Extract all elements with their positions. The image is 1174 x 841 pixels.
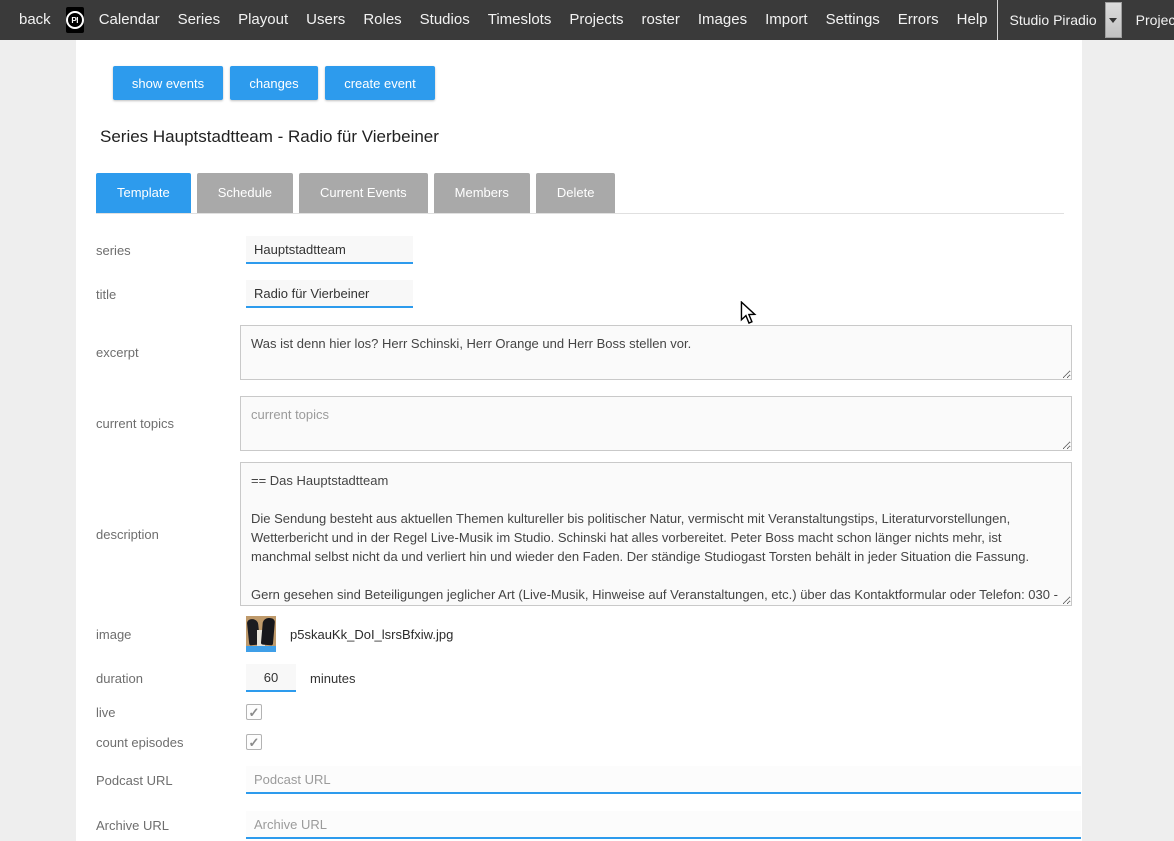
current-topics-label: current topics (96, 416, 240, 431)
dropdown-arrow-icon[interactable] (1105, 2, 1122, 38)
toolbar: show events changes create event (113, 66, 1082, 100)
checkmark-icon: ✓ (249, 736, 260, 749)
archive-url-label: Archive URL (96, 818, 240, 833)
count-episodes-row: count episodes ✓ (96, 734, 1082, 750)
series-image-thumbnail[interactable] (246, 616, 276, 652)
studio-select[interactable]: Studio Piradio (1006, 2, 1122, 38)
image-filename: p5skauKk_DoI_lsrsBfxiw.jpg (290, 627, 453, 642)
page-title: Series Hauptstadtteam - Radio für Vierbe… (100, 127, 1082, 147)
tab-template[interactable]: Template (96, 173, 191, 213)
duration-input[interactable] (246, 664, 296, 692)
nav-item-series[interactable]: Series (169, 0, 230, 40)
nav-back-link[interactable]: back (10, 0, 60, 40)
project-select-value: Project 88vier (1132, 12, 1174, 28)
navbar-divider (997, 0, 998, 40)
count-episodes-checkbox[interactable]: ✓ (246, 734, 262, 750)
image-row: image p5skauKk_DoI_lsrsBfxiw.jpg (96, 616, 1082, 652)
excerpt-row: excerpt Was ist denn hier los? Herr Schi… (96, 325, 1082, 380)
title-label: title (96, 287, 240, 302)
live-row: live ✓ (96, 704, 1082, 720)
title-row: title (96, 280, 1082, 308)
series-row: series (96, 236, 1082, 264)
current-topics-textarea[interactable] (240, 396, 1072, 451)
content-panel: show events changes create event Series … (76, 40, 1082, 841)
image-label: image (96, 627, 240, 642)
nav-item-import[interactable]: Import (756, 0, 817, 40)
current-topics-row: current topics (96, 396, 1082, 451)
excerpt-textarea[interactable]: Was ist denn hier los? Herr Schinski, He… (240, 325, 1072, 380)
podcast-url-label: Podcast URL (96, 773, 240, 788)
nav-item-users[interactable]: Users (297, 0, 354, 40)
description-row: description == Das Hauptstadtteam Die Se… (96, 462, 1082, 606)
archive-url-input[interactable] (246, 811, 1081, 839)
tab-bar: Template Schedule Current Events Members… (96, 173, 1064, 214)
duration-label: duration (96, 671, 240, 686)
tab-delete[interactable]: Delete (536, 173, 616, 213)
podcast-url-input[interactable] (246, 766, 1081, 794)
nav-item-settings[interactable]: Settings (817, 0, 889, 40)
template-form: series title excerpt Was ist denn hier l… (96, 236, 1082, 839)
show-events-button[interactable]: show events (113, 66, 223, 100)
piradio-logo-icon[interactable]: PI (66, 7, 84, 33)
title-input[interactable] (246, 280, 413, 308)
series-label: series (96, 243, 240, 258)
project-select[interactable]: Project 88vier (1132, 2, 1174, 38)
podcast-url-row: Podcast URL (96, 766, 1082, 794)
nav-item-roster[interactable]: roster (633, 0, 689, 40)
description-textarea[interactable]: == Das Hauptstadtteam Die Sendung besteh… (240, 462, 1072, 606)
tab-schedule[interactable]: Schedule (197, 173, 293, 213)
nav-item-images[interactable]: Images (689, 0, 756, 40)
navbar-right-group: Studio Piradio Project 88vier Logout mil… (997, 0, 1174, 40)
nav-item-timeslots[interactable]: Timeslots (479, 0, 561, 40)
nav-item-help[interactable]: Help (948, 0, 997, 40)
excerpt-label: excerpt (96, 345, 240, 360)
nav-item-errors[interactable]: Errors (889, 0, 948, 40)
studio-select-value: Studio Piradio (1006, 12, 1105, 28)
changes-button[interactable]: changes (230, 66, 318, 100)
nav-item-calendar[interactable]: Calendar (90, 0, 169, 40)
top-navbar: back PI Calendar Series Playout Users Ro… (0, 0, 1174, 40)
nav-item-studios[interactable]: Studios (411, 0, 479, 40)
nav-item-playout[interactable]: Playout (229, 0, 297, 40)
duration-row: duration minutes (96, 664, 1082, 692)
archive-url-row: Archive URL (96, 811, 1082, 839)
description-label: description (96, 527, 240, 542)
create-event-button[interactable]: create event (325, 66, 435, 100)
live-checkbox[interactable]: ✓ (246, 704, 262, 720)
tab-members[interactable]: Members (434, 173, 530, 213)
nav-item-roles[interactable]: Roles (354, 0, 410, 40)
duration-unit-label: minutes (310, 671, 356, 686)
nav-item-projects[interactable]: Projects (560, 0, 632, 40)
piradio-logo-glyph: PI (66, 11, 84, 29)
count-episodes-label: count episodes (96, 735, 240, 750)
tab-current-events[interactable]: Current Events (299, 173, 428, 213)
live-label: live (96, 705, 240, 720)
series-input[interactable] (246, 236, 413, 264)
checkmark-icon: ✓ (249, 706, 260, 719)
